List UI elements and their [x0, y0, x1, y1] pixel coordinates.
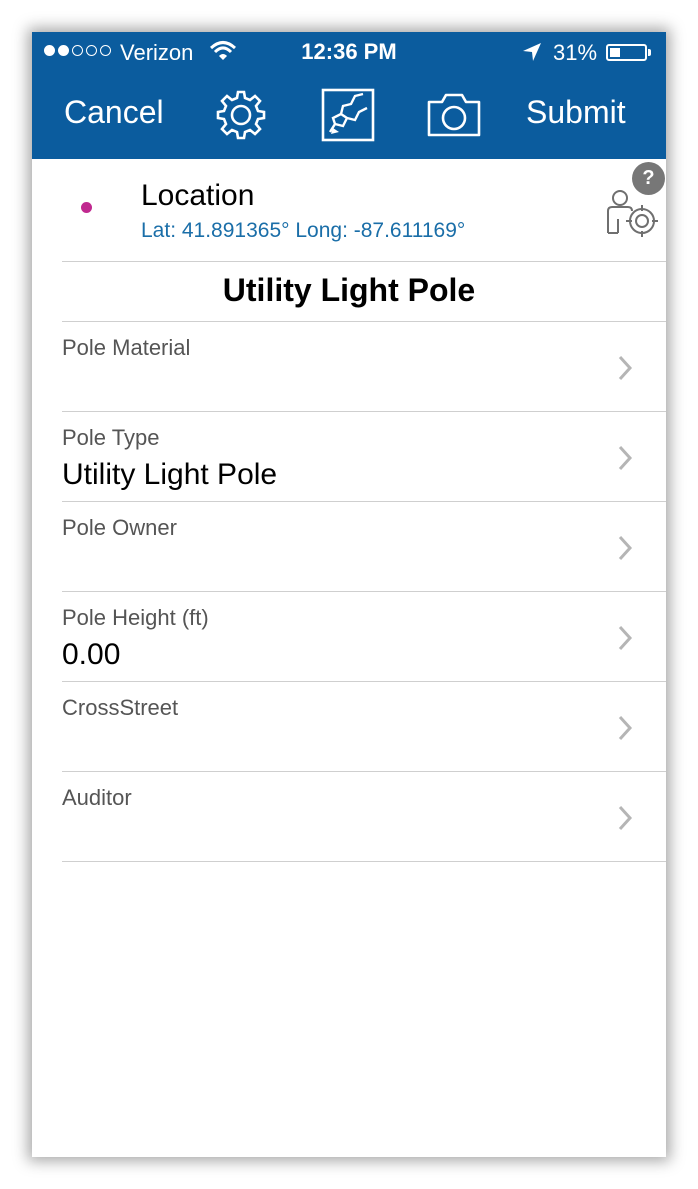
field-label: Pole Owner — [62, 515, 177, 540]
field-value: Utility Light Pole — [62, 458, 278, 491]
field-label: CrossStreet — [62, 695, 179, 720]
battery-nub — [648, 49, 651, 56]
submit-button[interactable]: Submit — [526, 94, 626, 131]
chevron-right-icon — [618, 805, 633, 831]
chevron-right-icon — [618, 445, 633, 471]
field-cross-street[interactable]: CrossStreet — [32, 682, 666, 772]
battery-percentage: 31% — [553, 40, 598, 65]
camera-icon[interactable] — [426, 88, 482, 142]
field-label: Pole Material — [62, 335, 191, 360]
battery-icon — [606, 44, 647, 61]
location-coordinates: Lat: 41.891365° Long: -87.611169° — [141, 219, 466, 242]
phone-screen: Verizon 12:36 PM 31% Cancel Submit Locat… — [32, 32, 666, 1157]
field-label: Auditor — [62, 785, 132, 810]
map-icon[interactable] — [321, 88, 375, 142]
chevron-right-icon — [618, 535, 633, 561]
cancel-button[interactable]: Cancel — [64, 94, 164, 131]
help-badge[interactable]: ? — [632, 162, 665, 195]
field-pole-height[interactable]: Pole Height (ft) 0.00 — [32, 592, 666, 682]
field-label: Pole Type — [62, 425, 160, 450]
field-pole-material[interactable]: Pole Material — [32, 322, 666, 412]
location-section[interactable]: Location Lat: 41.891365° Long: -87.61116… — [32, 159, 666, 261]
status-bar: Verizon 12:36 PM 31% — [32, 32, 666, 72]
field-value: 0.00 — [62, 638, 121, 671]
field-pole-type[interactable]: Pole Type Utility Light Pole — [32, 412, 666, 502]
form-title: Utility Light Pole — [222, 272, 476, 308]
location-services-icon — [523, 43, 541, 61]
location-title: Location — [141, 179, 255, 212]
chevron-right-icon — [618, 715, 633, 741]
location-marker-icon — [81, 202, 92, 213]
header-bar: Verizon 12:36 PM 31% Cancel Submit — [32, 32, 666, 159]
field-auditor[interactable]: Auditor — [32, 772, 666, 862]
divider — [62, 861, 666, 862]
chevron-right-icon — [618, 355, 633, 381]
chevron-right-icon — [618, 625, 633, 651]
person-target-icon[interactable] — [604, 189, 660, 245]
gear-icon[interactable] — [214, 88, 268, 142]
field-label: Pole Height (ft) — [62, 605, 209, 630]
field-pole-owner[interactable]: Pole Owner — [32, 502, 666, 592]
divider — [62, 261, 666, 262]
